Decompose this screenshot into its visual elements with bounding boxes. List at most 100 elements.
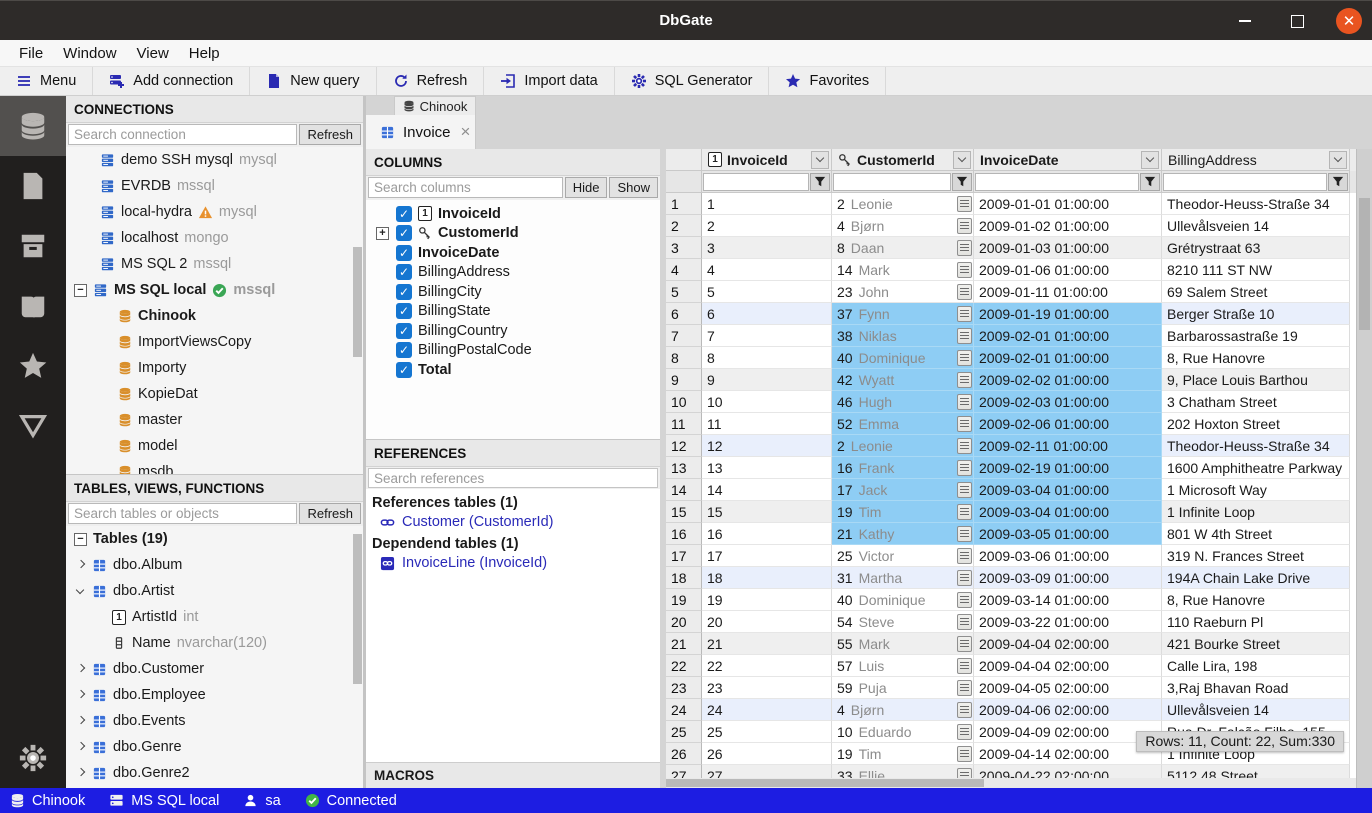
cell-invoicedate[interactable]: 2009-02-11 01:00:00 [974,435,1162,457]
column-checklist-item[interactable]: ✓BillingCity [366,282,660,302]
rail-star[interactable] [0,336,66,396]
lookup-document-icon[interactable] [957,526,972,542]
toolbar-sql-generator[interactable]: SQL Generator [615,67,770,95]
cell-invoicedate[interactable]: 2009-04-14 02:00:00 [974,743,1162,765]
cell-invoiceid[interactable]: 1 [702,193,832,215]
grid-hscroll-thumb[interactable] [666,779,984,787]
row-number[interactable]: 5 [666,281,702,303]
chevron-right-icon[interactable] [76,716,86,726]
checkbox-checked[interactable]: ✓ [396,206,412,222]
row-number[interactable]: 19 [666,589,702,611]
cell-customerid[interactable]: 42Wyatt [832,369,974,391]
cell-billingaddress[interactable]: 3,Raj Bhavan Road [1162,677,1350,699]
cell-customerid[interactable]: 23John [832,281,974,303]
column-checklist-item[interactable]: ✓InvoiceId [366,204,660,224]
rail-file[interactable] [0,156,66,216]
rail-database[interactable] [0,96,66,156]
lookup-document-icon[interactable] [957,306,972,322]
cell-billingaddress[interactable]: Calle Lira, 198 [1162,655,1350,677]
database-item[interactable]: Chinook [66,303,363,329]
filter-funnel-icon[interactable] [1140,173,1160,191]
column-checklist-item[interactable]: ✓BillingAddress [366,263,660,283]
cell-billingaddress[interactable]: 1 Microsoft Way [1162,479,1350,501]
lookup-document-icon[interactable] [957,394,972,410]
lookup-document-icon[interactable] [957,482,972,498]
cell-billingaddress[interactable]: 8, Rue Hanovre [1162,589,1350,611]
cell-billingaddress[interactable]: 202 Hoxton Street [1162,413,1350,435]
lookup-document-icon[interactable] [957,658,972,674]
lookup-document-icon[interactable] [957,196,972,212]
cell-billingaddress[interactable]: Grétrystraat 63 [1162,237,1350,259]
chevron-right-icon[interactable] [76,768,86,778]
row-number[interactable]: 9 [666,369,702,391]
reference-link[interactable]: Customer (CustomerId) [380,514,654,530]
search-columns-input[interactable] [368,177,563,198]
cell-invoiceid[interactable]: 6 [702,303,832,325]
filter-input[interactable] [833,173,951,191]
lookup-document-icon[interactable] [957,570,972,586]
cell-customerid[interactable]: 55Mark [832,633,974,655]
cell-invoicedate[interactable]: 2009-02-19 01:00:00 [974,457,1162,479]
toolbar-menu[interactable]: Menu [0,67,93,95]
column-checklist-item[interactable]: ✓BillingState [366,302,660,322]
column-checklist-item[interactable]: +✓CustomerId [366,224,660,244]
rail-archive[interactable] [0,216,66,276]
statusbar-ms-sql-local[interactable]: MS SQL local [109,793,219,809]
cell-invoiceid[interactable]: 25 [702,721,832,743]
lookup-document-icon[interactable] [957,262,972,278]
row-number[interactable]: 8 [666,347,702,369]
cell-invoicedate[interactable]: 2009-03-05 01:00:00 [974,523,1162,545]
tab-close-icon[interactable]: × [461,122,471,142]
cell-invoicedate[interactable]: 2009-01-19 01:00:00 [974,303,1162,325]
search-tables-input[interactable] [68,503,297,524]
toolbar-favorites[interactable]: Favorites [769,67,886,95]
row-number[interactable]: 18 [666,567,702,589]
expand-icon[interactable]: + [376,227,389,240]
column-checklist-item[interactable]: ✓InvoiceDate [366,243,660,263]
cell-invoicedate[interactable]: 2009-03-22 01:00:00 [974,611,1162,633]
database-item[interactable]: KopieDat [66,381,363,407]
cell-invoiceid[interactable]: 17 [702,545,832,567]
cell-customerid[interactable]: 4Bjørn [832,215,974,237]
lookup-document-icon[interactable] [957,438,972,454]
cell-invoicedate[interactable]: 2009-04-04 02:00:00 [974,655,1162,677]
lookup-document-icon[interactable] [957,416,972,432]
cell-invoiceid[interactable]: 19 [702,589,832,611]
column-menu-dropdown[interactable] [953,151,971,169]
column-checklist-item[interactable]: ✓Total [366,360,660,380]
cell-invoiceid[interactable]: 24 [702,699,832,721]
row-number[interactable]: 24 [666,699,702,721]
cell-invoicedate[interactable]: 2009-02-01 01:00:00 [974,347,1162,369]
cell-billingaddress[interactable]: Berger Straße 10 [1162,303,1350,325]
database-item[interactable]: msdb [66,459,363,474]
row-number[interactable]: 20 [666,611,702,633]
cell-invoiceid[interactable]: 8 [702,347,832,369]
checkbox-checked[interactable]: ✓ [396,264,412,280]
filter-funnel-icon[interactable] [952,173,972,191]
statusbar-chinook[interactable]: Chinook [10,793,85,809]
cell-billingaddress[interactable]: 9, Place Louis Barthou [1162,369,1350,391]
cell-invoicedate[interactable]: 2009-04-06 02:00:00 [974,699,1162,721]
table-item[interactable]: dbo.Album [66,552,363,578]
chevron-right-icon[interactable] [76,664,86,674]
toolbar-refresh[interactable]: Refresh [377,67,485,95]
connection-item[interactable]: EVRDBmssql [66,173,363,199]
row-number[interactable]: 21 [666,633,702,655]
cell-customerid[interactable]: 59Puja [832,677,974,699]
tables-scrollbar-thumb[interactable] [353,534,362,684]
cell-invoicedate[interactable]: 2009-03-14 01:00:00 [974,589,1162,611]
connections-scrollbar-thumb[interactable] [353,247,362,357]
checkbox-checked[interactable]: ✓ [396,225,412,241]
cell-billingaddress[interactable]: 110 Raeburn Pl [1162,611,1350,633]
tables-refresh-button[interactable]: Refresh [299,503,361,524]
cell-invoiceid[interactable]: 21 [702,633,832,655]
table-item[interactable]: dbo.Genre [66,734,363,760]
filter-funnel-icon[interactable] [810,173,830,191]
tab-group-label[interactable]: Chinook [394,96,476,115]
row-number[interactable]: 17 [666,545,702,567]
grid-vscroll-thumb[interactable] [1359,198,1370,330]
cell-invoiceid[interactable]: 9 [702,369,832,391]
cell-customerid[interactable]: 19Tim [832,743,974,765]
table-item[interactable]: dbo.Customer [66,656,363,682]
menu-view[interactable]: View [128,43,178,64]
